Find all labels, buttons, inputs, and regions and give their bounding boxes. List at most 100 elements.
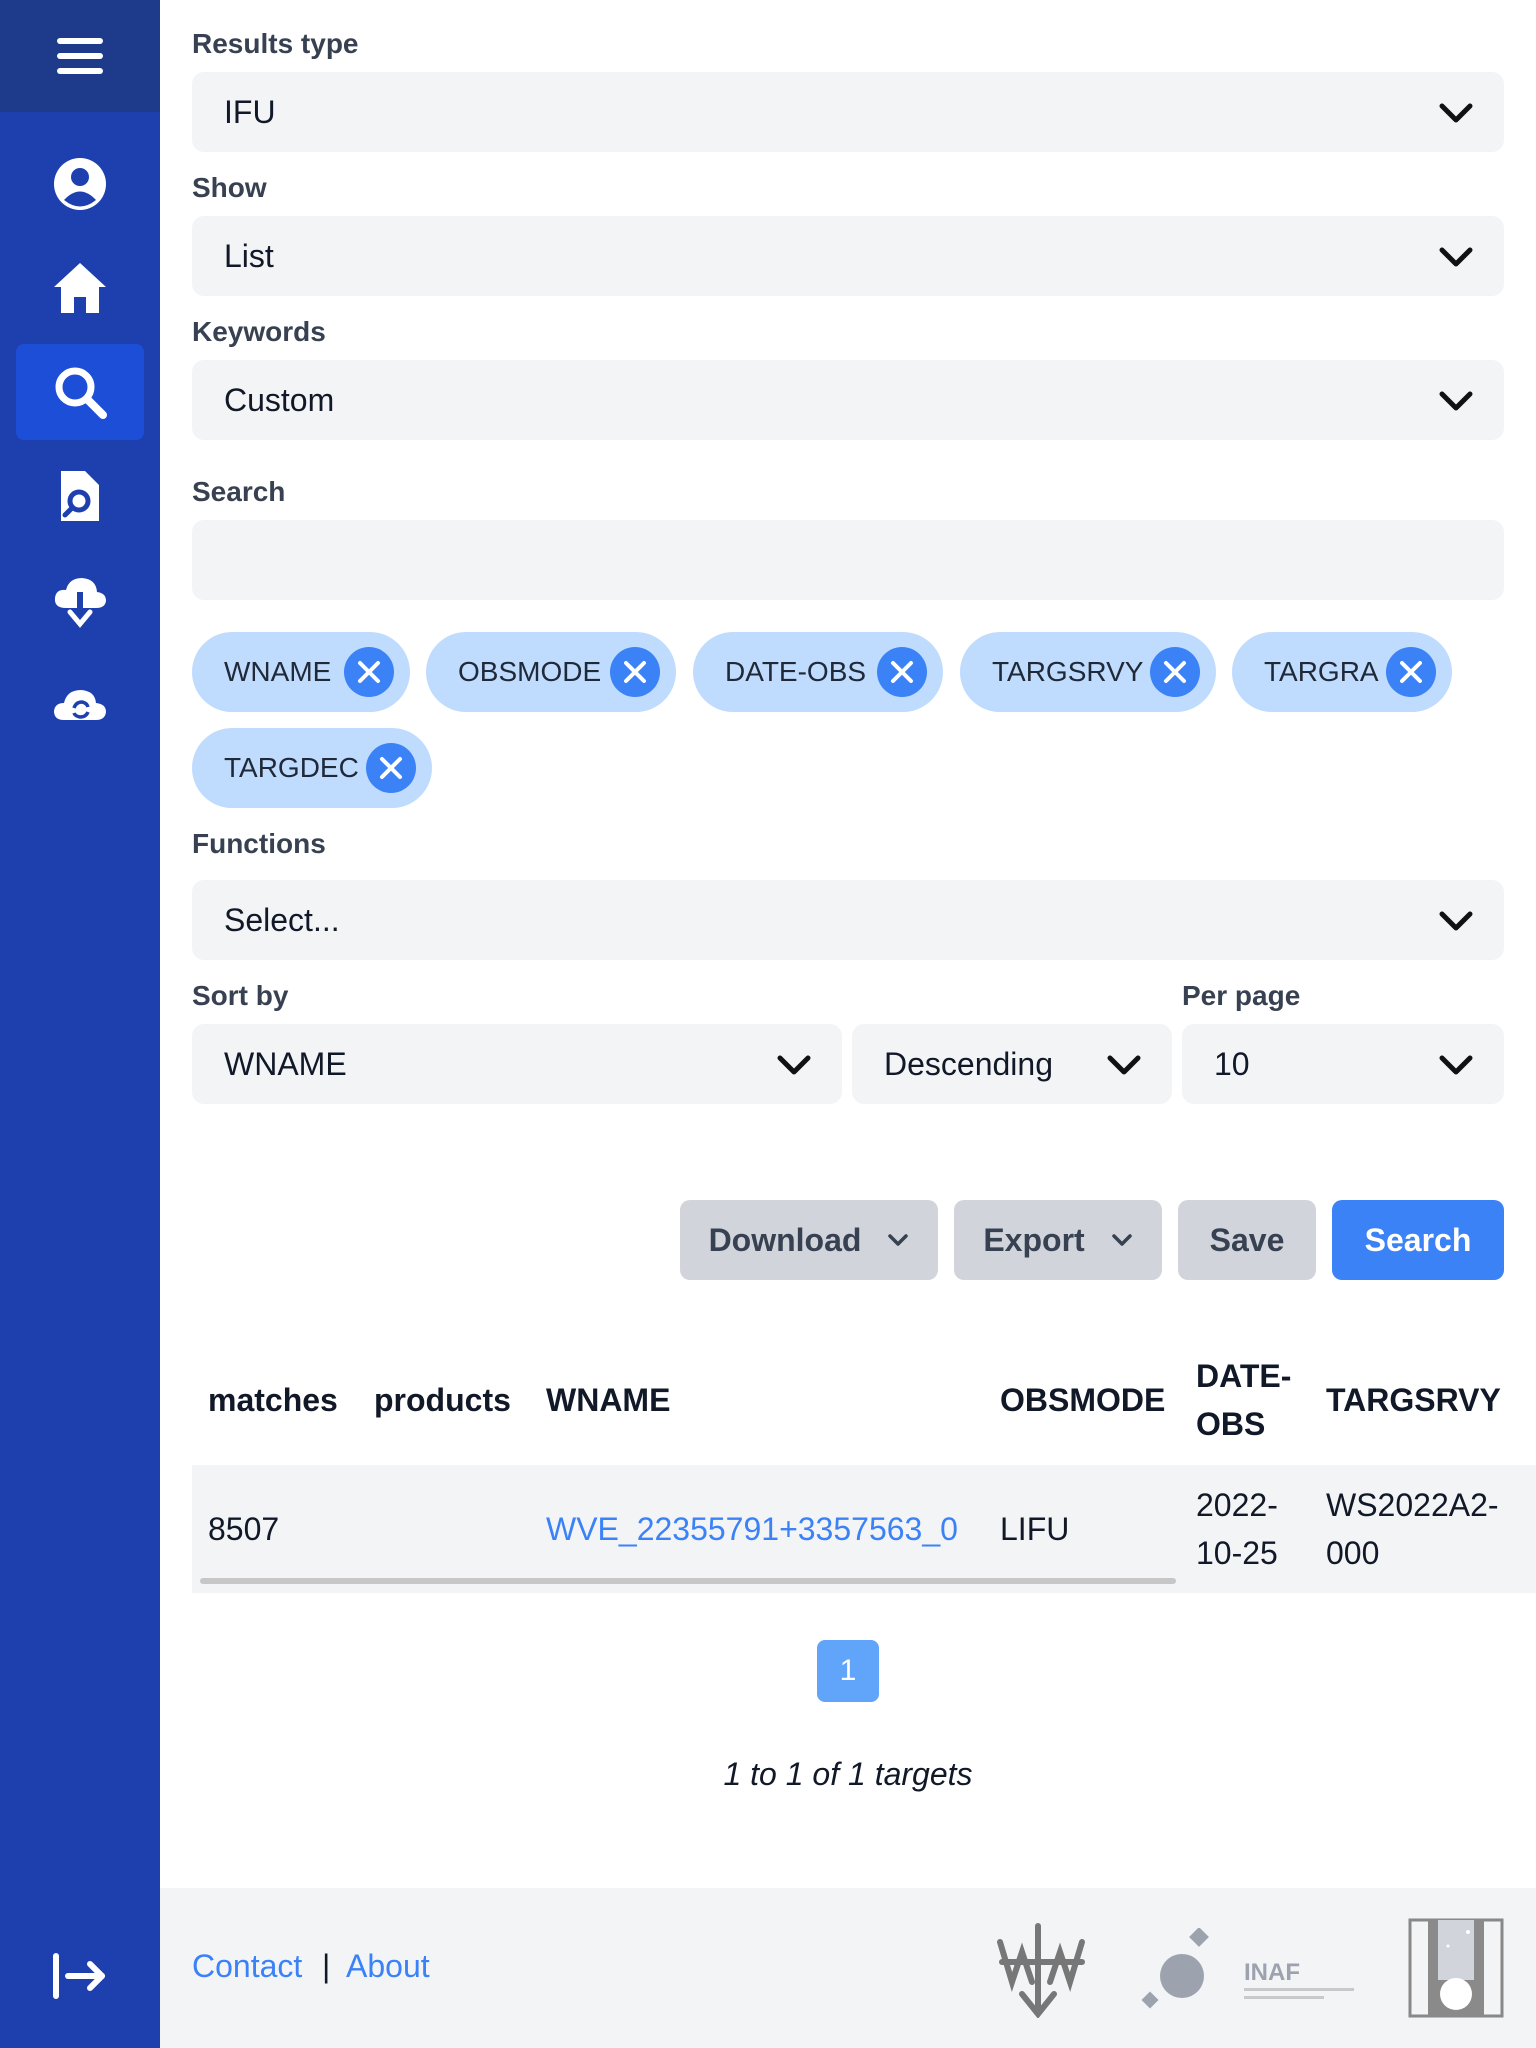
save-label: Save [1209,1221,1285,1258]
cell-wname-link[interactable]: WVE_22355791+3357563_0 [546,1505,958,1553]
chip-label: OBSMODE [458,656,602,687]
chevron-down-icon [1439,391,1473,411]
chip-remove-button[interactable] [366,743,416,793]
search-button-label: Search [1364,1221,1472,1258]
chip-label: TARGSRVY [992,656,1144,687]
keyword-chip: TARGSRVY [960,632,1216,712]
weave-logo [997,1923,1085,2018]
page-button-current[interactable]: 1 [817,1640,879,1702]
export-button[interactable]: Export [954,1200,1162,1280]
results-type-label: Results type [192,28,359,59]
sidebar-item-search[interactable] [16,344,144,440]
chip-remove-button[interactable] [1150,647,1200,697]
keywords-select[interactable]: Custom [192,360,1504,440]
logout-icon [53,1953,105,1999]
contact-link[interactable]: Contact [192,1948,302,1985]
per-page-label: Per page [1182,980,1301,1011]
show-select[interactable]: List [192,216,1504,296]
chevron-down-icon [888,1234,909,1246]
main-content: Results type IFU Show List Keywords Cust… [160,0,1536,2048]
user-icon [54,158,106,210]
chip-remove-button[interactable] [877,647,927,697]
cell-obsmode: LIFU [1000,1511,1070,1547]
home-icon [54,263,106,313]
export-label: Export [983,1221,1085,1258]
chip-remove-button[interactable] [1386,647,1436,697]
show-label: Show [192,172,267,203]
functions-placeholder: Select... [224,901,340,938]
search-input[interactable] [192,520,1504,600]
footer: Contact | About INAF [160,1888,1536,2048]
file-search-icon [61,471,99,521]
sidebar-item-profile[interactable] [16,136,144,232]
cell-date-obs: 2022- 10-25 [1196,1481,1278,1577]
chevron-down-icon [1439,103,1473,123]
chevron-down-icon [1439,1055,1473,1075]
chip-label: TARGDEC [224,752,359,783]
search-label: Search [192,476,286,507]
functions-label: Functions [192,828,326,859]
keyword-chip: OBSMODE [426,632,676,712]
close-icon [1400,661,1422,683]
sidebar-item-logout[interactable] [16,1928,144,2024]
close-icon [891,661,913,683]
sort-by-label: Sort by [192,980,289,1011]
cell-line: 2022- [1196,1487,1278,1523]
sidebar-item-download[interactable] [16,552,144,648]
chevron-down-icon [1439,247,1473,267]
column-header-wname[interactable]: WNAME [546,1376,670,1424]
keyword-chip: TARGDEC [192,728,432,808]
column-header-matches[interactable]: matches [208,1376,338,1424]
table-horizontal-scrollbar[interactable] [200,1578,1176,1584]
inaf-text: INAF [1244,1959,1300,1986]
chip-label: DATE-OBS [725,656,867,687]
results-type-value: IFU [224,93,276,130]
column-header-targsrvy[interactable]: TARGSRVY [1326,1376,1501,1424]
keywords-value: Custom [224,381,335,418]
search-button[interactable]: Search [1332,1200,1504,1280]
header-line: DATE- [1196,1358,1292,1394]
cell-targsrvy: WS2022A2- 000 [1326,1481,1499,1577]
per-page-select[interactable]: 10 [1182,1024,1504,1104]
menu-icon [57,38,103,74]
cell-line: WS2022A2- [1326,1487,1499,1523]
sort-order-select[interactable]: Descending [852,1024,1172,1104]
close-icon [624,661,646,683]
observatory-logo: INAF [1141,1928,1354,2009]
sidebar-item-home[interactable] [16,240,144,336]
sort-by-value: WNAME [224,1045,347,1082]
download-label: Download [708,1221,862,1258]
chevron-down-icon [1107,1055,1141,1075]
sidebar-item-sync[interactable] [16,656,144,752]
telescope-logo [1408,1918,1504,2018]
download-button[interactable]: Download [680,1200,938,1280]
chevron-down-icon [1111,1234,1132,1246]
about-link[interactable]: About [346,1948,430,1985]
chip-remove-button[interactable] [610,647,660,697]
chevron-down-icon [1439,911,1473,931]
column-header-date-obs[interactable]: DATE- OBS [1196,1352,1291,1448]
footer-separator: | [322,1948,331,1984]
show-value: List [224,237,274,274]
header-line: OBS [1196,1406,1266,1442]
column-header-obsmode[interactable]: OBSMODE [1000,1376,1165,1424]
close-icon [1164,661,1186,683]
keyword-chip: DATE-OBS [693,632,943,712]
functions-select[interactable]: Select... [192,880,1504,960]
chevron-down-icon [777,1055,811,1075]
keyword-chip: WNAME [192,632,410,712]
cloud-download-icon [54,578,106,628]
sidebar-item-file-search[interactable] [16,448,144,544]
column-header-products[interactable]: products [374,1376,511,1424]
chip-label: WNAME [224,656,332,687]
keyword-chip: TARGRA [1232,632,1452,712]
sort-by-select[interactable]: WNAME [192,1024,842,1104]
chip-remove-button[interactable] [344,647,394,697]
results-type-select[interactable]: IFU [192,72,1504,152]
cell-line: 10-25 [1196,1535,1278,1571]
sort-order-value: Descending [884,1045,1053,1082]
menu-button[interactable] [0,0,160,112]
save-button[interactable]: Save [1178,1200,1316,1280]
cell-matches: 8507 [208,1511,280,1547]
close-icon [380,757,402,779]
